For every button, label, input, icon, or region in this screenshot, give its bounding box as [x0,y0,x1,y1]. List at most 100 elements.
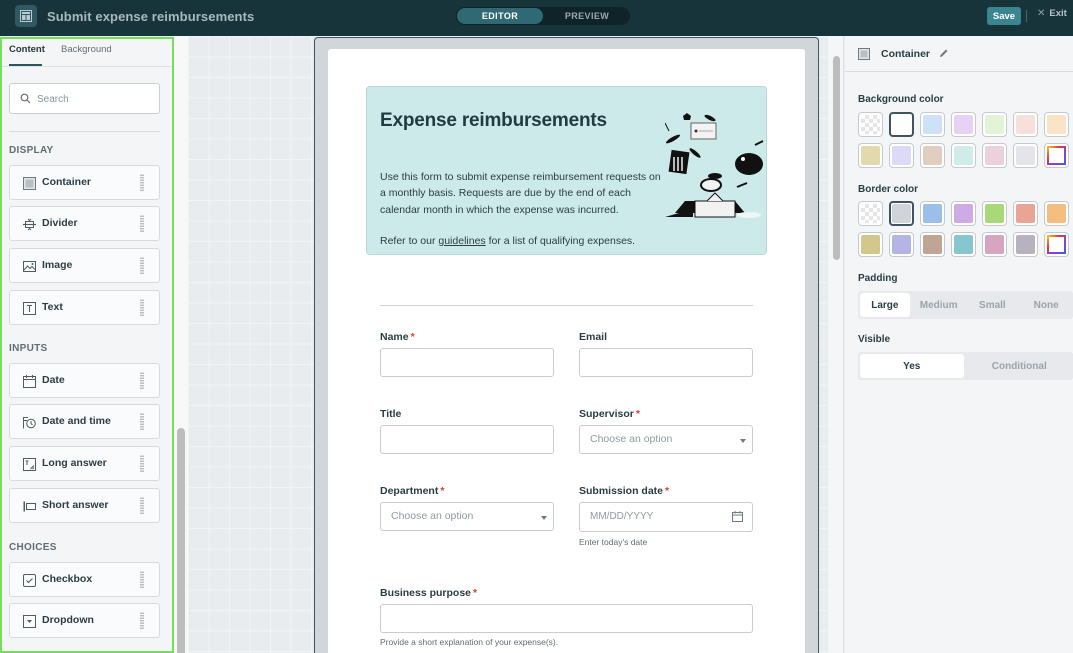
padding-option-medium[interactable]: Medium [914,293,964,317]
drag-handle-icon[interactable] [140,299,144,317]
background-color-swatch[interactable] [889,112,914,137]
exit-button[interactable]: ✕ Exit [1037,8,1067,19]
refer-suffix: for a list of qualifying expenses. [485,235,636,247]
tab-background[interactable]: Background [61,44,112,55]
editor-mode-button[interactable]: EDITOR [457,8,543,24]
email-input[interactable] [580,349,752,376]
border-color-swatch[interactable] [889,232,914,257]
section-heading-display: DISPLAY [9,145,54,156]
border-color-swatch[interactable] [982,201,1007,226]
properties-header: Container [845,36,1073,72]
edit-pencil-icon[interactable] [939,48,949,58]
drag-handle-icon[interactable] [140,257,144,275]
component-divider[interactable]: Divider [9,206,160,241]
drag-handle-icon[interactable] [140,571,144,589]
border-color-swatch[interactable] [858,232,883,257]
background-color-swatch[interactable] [951,112,976,137]
drag-handle-icon[interactable] [140,455,144,473]
padding-segmented-control: Large Medium Small None [858,291,1073,319]
border-color-swatch[interactable] [1044,201,1069,226]
background-color-swatch[interactable] [982,112,1007,137]
component-date-and-time[interactable]: Date and time [9,404,160,439]
department-select[interactable]: Choose an option [380,502,554,531]
app-title: Submit expense reimbursements [47,9,255,24]
component-dropdown[interactable]: Dropdown [9,603,160,638]
drag-handle-icon[interactable] [140,215,144,233]
name-input[interactable] [381,349,553,376]
drag-handle-icon[interactable] [140,413,144,431]
department-label: Department * [380,485,445,497]
background-color-swatch[interactable] [920,143,945,168]
title-input[interactable] [381,426,553,453]
component-text[interactable]: Text [9,290,160,325]
background-color-swatches [858,112,1069,168]
border-color-swatch[interactable] [982,232,1007,257]
component-label: Checkbox [42,573,93,585]
background-color-swatch[interactable] [920,112,945,137]
background-color-swatch[interactable] [1044,112,1069,137]
name-field[interactable] [380,348,554,377]
drag-handle-icon[interactable] [140,612,144,630]
background-color-swatch-transparent[interactable] [858,112,883,137]
component-long-answer[interactable]: Long answer [9,446,160,481]
drag-handle-icon[interactable] [140,497,144,515]
background-color-swatch[interactable] [858,143,883,168]
checkbox-icon [23,574,36,587]
drag-handle-icon[interactable] [140,372,144,390]
business-purpose-input[interactable] [381,605,752,632]
padding-option-large[interactable]: Large [860,293,910,317]
email-field[interactable] [579,348,753,377]
background-color-swatch[interactable] [1013,143,1038,168]
calendar-icon[interactable] [732,511,743,522]
border-color-swatch-transparent[interactable] [858,201,883,226]
component-label: Short answer [42,499,109,511]
container-icon [23,177,36,190]
long-answer-icon [23,458,36,471]
close-icon: ✕ [1037,8,1046,19]
background-color-swatch[interactable] [889,143,914,168]
submission-date-field[interactable]: MM/DD/YYYY [579,502,753,532]
business-purpose-field[interactable] [380,604,753,633]
padding-option-none[interactable]: None [1021,293,1071,317]
border-color-swatch[interactable] [1013,201,1038,226]
border-color-swatch[interactable] [951,232,976,257]
border-color-swatch[interactable] [920,201,945,226]
component-search[interactable] [9,83,160,114]
background-color-swatch[interactable] [1013,112,1038,137]
component-label: Date [42,374,65,386]
mode-toggle: EDITOR PREVIEW [456,7,630,25]
border-color-swatch[interactable] [920,232,945,257]
component-container[interactable]: Container [9,165,160,200]
drag-handle-icon[interactable] [140,174,144,192]
component-image[interactable]: Image [9,248,160,283]
properties-panel: Container Background color Border color … [845,36,1073,653]
component-label: Divider [42,217,78,229]
supervisor-select[interactable]: Choose an option [579,425,753,454]
component-checkbox[interactable]: Checkbox [9,562,160,597]
padding-option-small[interactable]: Small [968,293,1018,317]
border-color-swatch[interactable] [1013,232,1038,257]
custom-color-icon [1047,235,1066,254]
title-field[interactable] [380,425,554,454]
component-label: Date and time [42,415,111,427]
swatch-fill [1047,204,1066,223]
canvas-scrollbar[interactable] [833,56,840,260]
search-input[interactable] [37,90,152,108]
background-color-swatch-custom[interactable] [1044,143,1069,168]
component-date[interactable]: Date [9,363,160,398]
hero-container[interactable]: Expense reimbursements Use this form to … [366,86,767,255]
background-color-swatch[interactable] [951,143,976,168]
background-color-swatch[interactable] [982,143,1007,168]
tab-content[interactable]: Content [9,44,45,55]
preview-mode-button[interactable]: PREVIEW [544,8,630,24]
swatch-fill [985,204,1004,223]
border-color-swatch[interactable] [889,201,914,226]
border-color-swatch[interactable] [951,201,976,226]
visible-option-yes[interactable]: Yes [860,354,964,378]
save-button[interactable]: Save [987,7,1021,25]
left-panel-scrollbar[interactable] [177,428,185,653]
guidelines-link[interactable]: guidelines [438,235,485,247]
component-short-answer[interactable]: Short answer [9,488,160,523]
visible-option-conditional[interactable]: Conditional [968,354,1072,378]
border-color-swatch-custom[interactable] [1044,232,1069,257]
